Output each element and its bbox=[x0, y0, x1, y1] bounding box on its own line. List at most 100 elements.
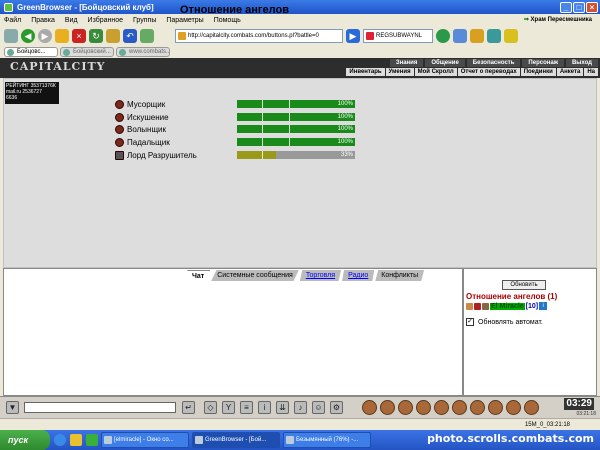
tab-system-messages[interactable]: Системные сообщения bbox=[211, 270, 299, 281]
music-icon[interactable]: ♪ bbox=[294, 401, 307, 414]
map-icon[interactable] bbox=[524, 400, 539, 415]
nav-communication[interactable]: Общение bbox=[425, 59, 465, 67]
window-controls: _ □ × bbox=[560, 1, 600, 13]
settings-icon[interactable]: ⚙ bbox=[330, 401, 343, 414]
taskbar-item[interactable]: GreenBrowser - [Бой... bbox=[192, 432, 280, 448]
angel-name: Искушение bbox=[127, 112, 169, 122]
menu-file[interactable]: Файл bbox=[4, 17, 21, 24]
walk-icon[interactable]: i bbox=[258, 401, 271, 414]
stop-icon[interactable]: × bbox=[72, 29, 86, 43]
notes-icon[interactable] bbox=[506, 400, 521, 415]
nav-skills[interactable]: Умения bbox=[385, 68, 414, 76]
nav-my-scroll[interactable]: Мой Скролл bbox=[414, 68, 457, 76]
page-icon[interactable] bbox=[487, 29, 501, 43]
maximize-button[interactable]: □ bbox=[573, 1, 585, 13]
ie-icon[interactable] bbox=[54, 434, 66, 446]
angel-icon bbox=[115, 99, 124, 109]
temple-link[interactable]: Храм Пересмешника bbox=[524, 16, 592, 23]
browser-tab[interactable]: Бойцовс... bbox=[4, 47, 58, 57]
relation-percent: 100% bbox=[337, 126, 353, 132]
back-icon[interactable]: ◀ bbox=[21, 29, 35, 43]
nav-profile[interactable]: Анкета bbox=[556, 68, 584, 76]
purse-icon[interactable] bbox=[398, 400, 413, 415]
taskbar-item[interactable]: [elmiracle] - Окно со... bbox=[101, 432, 189, 448]
info-icon[interactable]: i bbox=[539, 302, 548, 310]
print-icon[interactable] bbox=[106, 29, 120, 43]
menu-edit[interactable]: Правка bbox=[31, 17, 55, 24]
relation-bar-fill bbox=[237, 151, 276, 159]
tab-chat[interactable]: Чат bbox=[186, 270, 211, 281]
game-header: CAPITALCITY Знания Общение Безопасность … bbox=[0, 58, 600, 78]
window-title: GreenBrowser - [Бойцовский клуб] bbox=[17, 2, 154, 12]
angel-row: Падальщик 100% bbox=[115, 136, 365, 148]
mail-icon[interactable] bbox=[434, 400, 449, 415]
angel-name: Мусорщик bbox=[127, 99, 166, 109]
nav-inventory[interactable]: Инвентарь bbox=[346, 68, 385, 76]
close-button[interactable]: × bbox=[586, 1, 598, 13]
filter-icon[interactable]: Y bbox=[222, 401, 235, 414]
translit-icon[interactable]: ≡ bbox=[240, 401, 253, 414]
menu-help[interactable]: Помощь bbox=[214, 17, 241, 24]
tab-radio[interactable]: Радио bbox=[342, 270, 375, 281]
forward-icon[interactable]: ▶ bbox=[38, 29, 52, 43]
go-icon[interactable]: ▶ bbox=[346, 29, 360, 43]
menu-options[interactable]: Параметры bbox=[166, 17, 203, 24]
start-button[interactable]: пуск bbox=[0, 430, 50, 450]
smile-icon[interactable]: ☺ bbox=[312, 401, 325, 414]
address-bar[interactable]: http://capitalcity.combats.com/buttons.p… bbox=[175, 29, 343, 43]
folder-icon[interactable] bbox=[70, 434, 82, 446]
bag-icon[interactable] bbox=[362, 400, 377, 415]
rating-counter[interactable]: РЕЙТИНГ 35371376К mail.ru 2536727 6636 bbox=[5, 82, 59, 104]
zoom-icon[interactable] bbox=[453, 29, 467, 43]
hero-icon[interactable] bbox=[452, 400, 467, 415]
game-sub-nav: Инвентарь Умения Мой Скролл Отчет о пере… bbox=[346, 68, 598, 76]
taskbar-item[interactable]: Безымянный (76%) -... bbox=[283, 432, 371, 448]
scroll-icon[interactable]: ⇊ bbox=[276, 401, 289, 414]
menu-groups[interactable]: Группы bbox=[133, 17, 156, 24]
refresh-icon[interactable]: ↻ bbox=[89, 29, 103, 43]
menu-view[interactable]: Вид bbox=[65, 17, 78, 24]
window-title-bar: GreenBrowser - [Бойцовский клуб] _ □ × bbox=[0, 0, 600, 14]
home-icon[interactable] bbox=[55, 29, 69, 43]
minimize-button[interactable]: _ bbox=[560, 1, 572, 13]
clear-icon[interactable]: ◇ bbox=[204, 401, 217, 414]
friends-icon[interactable] bbox=[470, 400, 485, 415]
capitalcity-logo: CAPITALCITY bbox=[10, 60, 106, 73]
browser-tab[interactable]: Бойцовский... bbox=[60, 47, 114, 57]
refresh-button[interactable]: Обновить bbox=[502, 280, 546, 290]
send-icon[interactable]: ↵ bbox=[182, 401, 195, 414]
chat-options-icon[interactable]: ▼ bbox=[6, 401, 19, 414]
new-page-icon[interactable] bbox=[4, 29, 18, 43]
relation-percent: 100% bbox=[337, 139, 353, 145]
tab-conflicts[interactable]: Конфликты bbox=[375, 270, 425, 281]
pencil-icon[interactable] bbox=[504, 29, 518, 43]
chest-icon[interactable] bbox=[416, 400, 431, 415]
game-bottom-bar: ▼ ↵ ◇ Y ≡ i ⇊ ♪ ☺ ⚙ 03:29 03:21:18 bbox=[0, 396, 600, 418]
private-icon[interactable] bbox=[466, 302, 473, 310]
nav-security[interactable]: Безопасность bbox=[466, 59, 521, 67]
gift-icon[interactable] bbox=[488, 400, 503, 415]
nav-transfer-report[interactable]: Отчет о переводах bbox=[457, 68, 520, 76]
auto-refresh-checkbox[interactable]: ✓ bbox=[466, 318, 474, 326]
chat-area[interactable] bbox=[3, 268, 463, 396]
search-go-icon[interactable] bbox=[436, 29, 450, 43]
nav-knowledge[interactable]: Знания bbox=[389, 59, 424, 67]
nav-character[interactable]: Персонаж bbox=[522, 59, 564, 67]
user-entry[interactable]: El Miracle [10] i bbox=[466, 302, 548, 310]
user-name[interactable]: El Miracle bbox=[490, 302, 525, 310]
quest-icon[interactable] bbox=[380, 400, 395, 415]
chat-tabs: Чат Системные сообщения Торговля Радио К… bbox=[186, 270, 425, 281]
search-input[interactable]: REGSUBWAYNL bbox=[363, 29, 433, 43]
menu-favorites[interactable]: Избранное bbox=[88, 17, 123, 24]
nav-more[interactable]: На bbox=[584, 68, 598, 76]
green-browser-icon[interactable] bbox=[86, 434, 98, 446]
undo-icon[interactable]: ↶ bbox=[123, 29, 137, 43]
bookmark-icon[interactable] bbox=[470, 29, 484, 43]
nav-battles[interactable]: Поединки bbox=[520, 68, 556, 76]
angel-row: Мусорщик 100% bbox=[115, 98, 365, 110]
nav-exit[interactable]: Выход bbox=[565, 59, 598, 67]
tab-trade[interactable]: Торговля bbox=[299, 270, 342, 281]
browser-tab[interactable]: www.combats... bbox=[116, 47, 170, 57]
chat-input[interactable] bbox=[24, 402, 176, 413]
tools-icon[interactable] bbox=[140, 29, 154, 43]
